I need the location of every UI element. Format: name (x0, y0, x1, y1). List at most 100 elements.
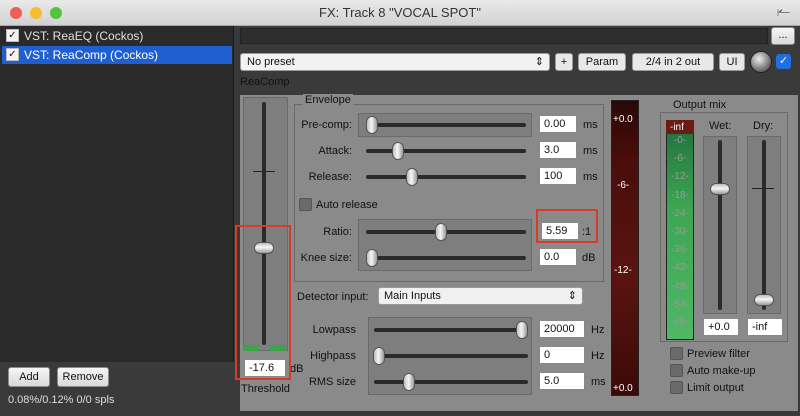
gr-meter-mid2-label: -12- (614, 265, 632, 276)
output-mix-title: Output mix (673, 99, 727, 111)
rms-size-label: RMS size (308, 376, 356, 388)
output-meter-peak: -inf (670, 122, 684, 133)
plugin-name: ReaComp (240, 76, 290, 88)
knee-slider-thumb[interactable] (366, 249, 378, 267)
param-button[interactable]: Param (578, 53, 626, 71)
release-slider-thumb[interactable] (406, 168, 418, 186)
output-meter-scale-label: -18- (671, 190, 689, 201)
remove-fx-button[interactable]: Remove (57, 367, 109, 387)
release-label: Release: (308, 171, 352, 183)
fx-item-reacomp[interactable]: ✓ VST: ReaComp (Cockos) (2, 46, 232, 64)
knee-unit: dB (582, 252, 596, 264)
fx-item-reaeq[interactable]: ✓ VST: ReaEQ (Cockos) (2, 27, 232, 45)
threshold-input-marker (253, 171, 275, 172)
output-meter-scale-label: -30- (671, 226, 689, 237)
fx-enabled-checkbox[interactable]: ✓ (6, 48, 19, 61)
limit-output-label: Limit output (687, 382, 744, 394)
output-meter-scale-label: -48- (671, 281, 689, 292)
wet-value[interactable]: +0.0 (703, 318, 739, 336)
precomp-slider-thumb[interactable] (366, 116, 378, 134)
detector-input-value: Main Inputs (384, 290, 441, 302)
pin-icon[interactable]: ⥒ (777, 3, 790, 20)
cpu-stats: 0.08%/0.12% 0/0 spls (8, 394, 115, 406)
gr-meter-top-label: +0.0 (613, 114, 633, 125)
ratio-highlight (536, 209, 598, 243)
more-button[interactable]: ... (771, 27, 795, 45)
lowpass-label: Lowpass (312, 324, 356, 336)
auto-release-checkbox[interactable] (299, 198, 312, 211)
attack-label: Attack: (318, 145, 352, 157)
envelope-title: Envelope (303, 94, 353, 106)
dry-slider-thumb[interactable] (754, 294, 774, 306)
precomp-slider-track[interactable] (366, 123, 526, 127)
output-meter-scale-label: -42- (671, 262, 689, 273)
highpass-unit: Hz (591, 350, 605, 362)
dry-value[interactable]: -inf (747, 318, 783, 336)
preset-value: No preset (247, 56, 295, 68)
attack-slider-track[interactable] (366, 149, 526, 153)
preset-select[interactable]: No preset ⇕ (240, 53, 550, 71)
fx-info-bar (240, 28, 768, 44)
fx-chain-list[interactable]: ✓ VST: ReaEQ (Cockos) ✓ VST: ReaComp (Co… (0, 26, 234, 362)
release-value[interactable]: 100 (539, 167, 577, 185)
auto-makeup-label: Auto make-up (687, 365, 756, 377)
fx-item-label: VST: ReaEQ (Cockos) (24, 29, 144, 43)
attack-slider-thumb[interactable] (392, 142, 404, 160)
threshold-highlight (235, 225, 291, 380)
preview-filter-checkbox[interactable] (670, 347, 683, 360)
updown-chevron-icon: ⇕ (567, 290, 577, 302)
output-meter-scale-label: -60- (671, 317, 689, 328)
knee-slider-track[interactable] (366, 256, 526, 260)
knee-value[interactable]: 0.0 (539, 248, 577, 266)
add-preset-button[interactable]: + (555, 53, 573, 71)
io-routing-button[interactable]: 2/4 in 2 out (632, 53, 714, 71)
auto-makeup-checkbox[interactable] (670, 364, 683, 377)
highpass-label: Highpass (310, 350, 356, 362)
precomp-value[interactable]: 0.00 (539, 115, 577, 133)
ui-button[interactable]: UI (719, 53, 745, 71)
release-unit: ms (583, 171, 598, 183)
rms-slider-thumb[interactable] (403, 373, 415, 391)
output-meter-scale: -0- -6- -12- -18- -24- -30- -36- -42- -48- -54- -6… (670, 135, 690, 335)
release-slider-track[interactable] (366, 175, 526, 179)
gain-reduction-meter (611, 100, 639, 396)
highpass-slider-thumb[interactable] (373, 347, 385, 365)
attack-value[interactable]: 3.0 (539, 141, 577, 159)
wet-slider-track[interactable] (718, 140, 722, 310)
rms-unit: ms (591, 376, 606, 388)
wet-slider-thumb[interactable] (710, 183, 730, 195)
output-meter-scale-label: -36- (671, 244, 689, 255)
limit-output-checkbox[interactable] (670, 381, 683, 394)
lowpass-value[interactable]: 20000 (539, 320, 585, 338)
precomp-label: Pre-comp: (301, 119, 352, 131)
output-meter-scale-label: -54- (671, 299, 689, 310)
bypass-checkbox[interactable]: ✓ (776, 54, 791, 69)
highpass-slider-track[interactable] (374, 354, 528, 358)
add-fx-button[interactable]: Add (8, 367, 50, 387)
threshold-unit: dB (290, 363, 304, 375)
wet-knob[interactable] (750, 51, 772, 73)
gr-meter-mid1-label: -6- (617, 180, 630, 191)
rms-value[interactable]: 5.0 (539, 372, 585, 390)
auto-release-label: Auto release (316, 199, 378, 211)
dry-unity-marker (752, 188, 774, 189)
threshold-label: Threshold (241, 383, 290, 395)
detector-input-select[interactable]: Main Inputs ⇕ (378, 287, 583, 305)
output-meter-scale-label: -24- (671, 208, 689, 219)
window-title: FX: Track 8 "VOCAL SPOT" (319, 5, 481, 20)
knee-label: Knee size: (300, 252, 352, 264)
rms-slider-track[interactable] (374, 380, 528, 384)
title-bar: FX: Track 8 "VOCAL SPOT" ⥒ (0, 0, 800, 26)
highpass-value[interactable]: 0 (539, 346, 585, 364)
lowpass-unit: Hz (591, 324, 605, 336)
detector-input-label: Detector input: (297, 291, 369, 303)
output-meter-scale-label: -0- (673, 135, 687, 146)
lowpass-slider-thumb[interactable] (516, 321, 528, 339)
lowpass-slider-track[interactable] (374, 328, 528, 332)
dry-slider-track[interactable] (762, 140, 766, 310)
dry-label: Dry: (753, 120, 774, 132)
precomp-unit: ms (583, 119, 598, 131)
ratio-slider-thumb[interactable] (435, 223, 447, 241)
fx-enabled-checkbox[interactable]: ✓ (6, 29, 19, 42)
fx-item-label: VST: ReaComp (Cockos) (24, 48, 159, 62)
